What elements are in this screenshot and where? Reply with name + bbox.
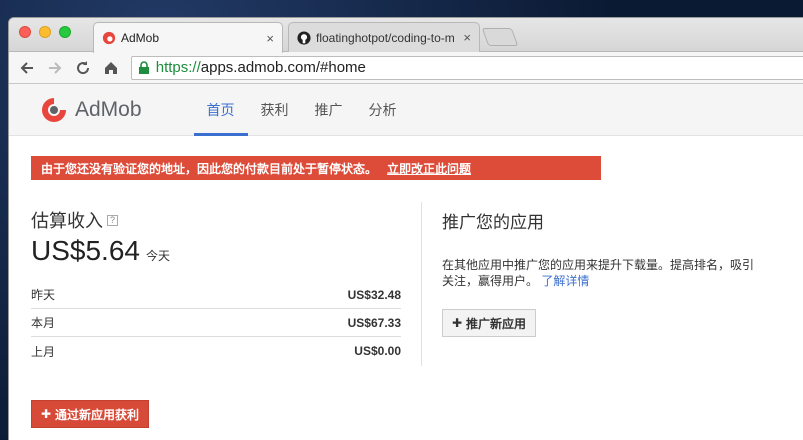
zoom-window-button[interactable] (59, 26, 71, 38)
forward-button[interactable] (43, 56, 67, 80)
forward-arrow-icon (48, 61, 62, 74)
url-text: apps.admob.com/#home (200, 59, 366, 76)
home-icon (104, 61, 117, 74)
back-button[interactable] (15, 56, 39, 80)
tab-github[interactable]: floatinghotpot/coding-to-m × (288, 22, 480, 52)
monetize-new-app-button[interactable]: ✚ 通过新应用获利 (31, 400, 149, 428)
earnings-panel: 估算收入 ? US$5.64 今天 昨天 US$32.48 本月 US$67.3… (31, 207, 401, 365)
promote-title: 推广您的应用 (442, 213, 544, 232)
promote-panel: 推广您的应用 在其他应用中推广您的应用来提升下载量。提高排名，吸引 关注，赢得用… (442, 208, 787, 337)
admob-logo-icon (42, 97, 66, 122)
tab-admob[interactable]: AdMob × (93, 22, 283, 53)
table-row: 本月 US$67.33 (31, 309, 401, 337)
button-label: 通过新应用获利 (55, 407, 140, 422)
url-scheme: https:// (155, 59, 201, 76)
row-value: US$0.00 (354, 344, 401, 358)
alert-message: 由于您还没有验证您的地址，因此您的付款目前处于暂停状态。 (41, 161, 378, 176)
promote-desc-line1: 在其他应用中推广您的应用来提升下载量。提高排名，吸引 (442, 258, 755, 272)
panel-divider (421, 202, 422, 366)
logo-text: AdMob (75, 97, 142, 121)
admob-header: AdMob 首页 获利 推广 分析 (9, 84, 803, 136)
admob-logo[interactable]: AdMob (39, 95, 142, 125)
button-label: 推广新应用 (466, 316, 527, 331)
row-label: 昨天 (31, 288, 56, 302)
fix-issue-link[interactable]: 立即改正此问题 (387, 160, 471, 177)
promote-desc-line2: 关注，赢得用户。 (442, 274, 539, 288)
tab-analyze[interactable]: 分析 (356, 84, 410, 136)
admob-favicon-icon (102, 31, 116, 45)
address-bar[interactable]: https:// apps.admob.com/#home (130, 55, 803, 80)
plus-icon: ✚ (451, 316, 463, 330)
home-button[interactable] (99, 56, 123, 80)
promote-description: 在其他应用中推广您的应用来提升下载量。提高排名，吸引 关注，赢得用户。 了解详情 (442, 257, 787, 289)
tab-close-icon[interactable]: × (266, 31, 274, 46)
earnings-period: 今天 (145, 249, 170, 263)
tab-close-icon[interactable]: × (463, 30, 471, 45)
browser-toolbar: https:// apps.admob.com/#home (9, 52, 803, 84)
window-controls (19, 26, 71, 38)
tab-title: floatinghotpot/coding-to-m (316, 30, 455, 45)
row-label: 上月 (31, 344, 56, 359)
promote-new-app-button[interactable]: ✚ 推广新应用 (442, 309, 536, 337)
table-row: 上月 US$0.00 (31, 337, 401, 365)
browser-window: AdMob × floatinghotpot/coding-to-m × htt… (9, 18, 803, 440)
tab-title: AdMob (121, 31, 160, 45)
earnings-title: 估算收入 (31, 211, 103, 231)
tab-promote[interactable]: 推广 (302, 84, 356, 136)
reload-icon (76, 60, 89, 74)
earnings-today: US$5.64 今天 (31, 235, 401, 267)
help-icon[interactable]: ? (107, 214, 118, 226)
table-row: 昨天 US$32.48 (31, 281, 401, 309)
payment-alert: 由于您还没有验证您的地址，因此您的付款目前处于暂停状态。 立即改正此问题 (31, 156, 601, 180)
row-label: 本月 (31, 316, 56, 330)
earnings-heading: 估算收入 ? (31, 207, 401, 233)
minimize-window-button[interactable] (39, 26, 51, 38)
row-value: US$32.48 (347, 287, 401, 302)
earnings-table: 昨天 US$32.48 本月 US$67.33 上月 US$0.00 (31, 281, 401, 365)
github-favicon-icon (297, 30, 311, 45)
new-tab-button[interactable] (481, 28, 519, 46)
row-value: US$67.33 (347, 315, 401, 330)
lock-icon (138, 60, 150, 75)
earnings-value: US$5.64 (31, 235, 140, 266)
tab-monetize[interactable]: 获利 (248, 84, 302, 136)
back-arrow-icon (20, 61, 33, 74)
learn-more-link[interactable]: 了解详情 (541, 274, 589, 288)
main-nav: 首页 获利 推广 分析 (193, 84, 410, 136)
tab-strip: AdMob × floatinghotpot/coding-to-m × (9, 18, 803, 53)
close-window-button[interactable] (19, 26, 31, 38)
plus-icon: ✚ (40, 407, 52, 421)
tab-home[interactable]: 首页 (193, 84, 248, 136)
reload-button[interactable] (71, 56, 95, 80)
